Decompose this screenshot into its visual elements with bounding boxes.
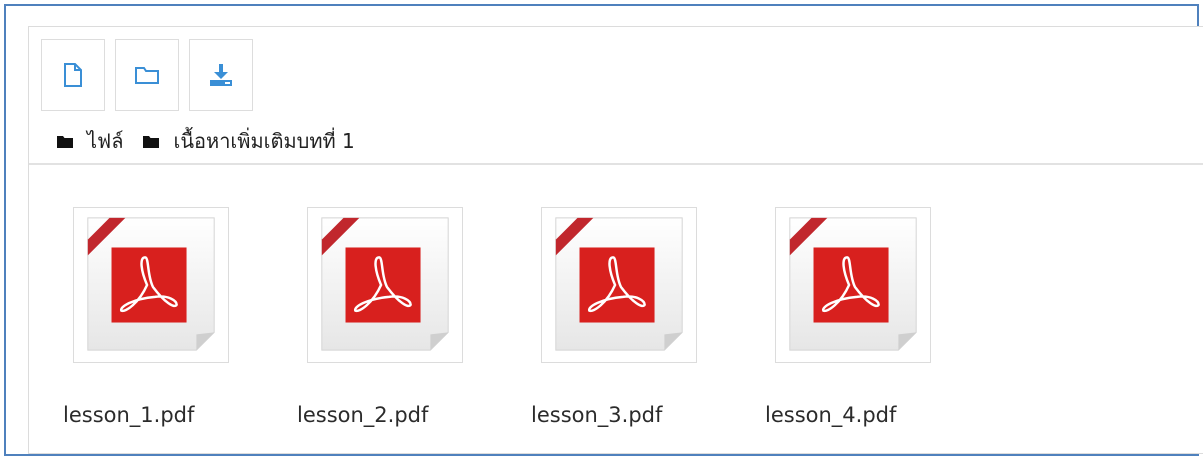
folder-icon [143,135,160,148]
download-icon [210,64,232,86]
folder-icon [135,67,159,84]
pdf-file-icon [73,207,229,363]
file-name: lesson_4.pdf [765,403,897,427]
file-toolbar [41,39,253,111]
file-icon [64,63,82,87]
file-name: lesson_1.pdf [63,403,195,427]
file-name: lesson_2.pdf [297,403,429,427]
file-manager-panel: ไฟล์ เนื้อหาเพิ่มเติมบทที่ 1 lesson_1.pd… [28,26,1203,454]
file-name: lesson_3.pdf [531,403,663,427]
pdf-file-icon [307,207,463,363]
download-button[interactable] [189,39,253,111]
divider [29,163,1203,165]
folder-icon [57,135,73,148]
pdf-file-icon [775,207,931,363]
breadcrumb-label: เนื้อหาเพิ่มเติมบทที่ 1 [173,129,355,153]
pdf-file-icon [541,207,697,363]
breadcrumb-item-folder[interactable]: เนื้อหาเพิ่มเติมบทที่ 1 [143,125,355,157]
breadcrumb: ไฟล์ เนื้อหาเพิ่มเติมบทที่ 1 [57,125,375,157]
breadcrumb-label: ไฟล์ [87,129,124,153]
breadcrumb-item-files[interactable]: ไฟล์ [57,125,123,157]
window-frame: ไฟล์ เนื้อหาเพิ่มเติมบทที่ 1 lesson_1.pd… [4,4,1203,456]
add-file-button[interactable] [41,39,105,111]
create-folder-button[interactable] [115,39,179,111]
